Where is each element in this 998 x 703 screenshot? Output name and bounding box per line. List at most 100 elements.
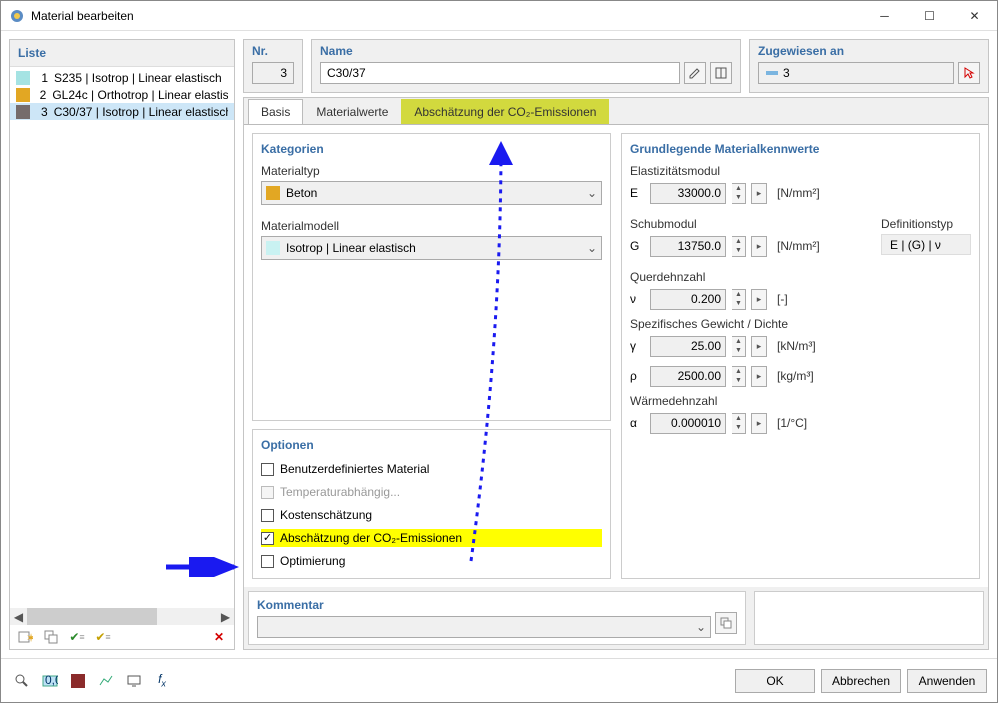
view-button[interactable] xyxy=(123,670,145,692)
color-button[interactable] xyxy=(67,670,89,692)
check-green-button[interactable]: ✔≡ xyxy=(66,626,88,648)
list-item-label: S235 | Isotrop | Linear elastisch xyxy=(54,71,222,85)
list-item[interactable]: 2 GL24c | Orthotrop | Linear elastisch (… xyxy=(10,86,234,103)
properties-header: Grundlegende Materialkennwerte xyxy=(630,142,971,156)
list-item-num: 1 xyxy=(36,71,48,85)
copy-item-button[interactable] xyxy=(40,626,62,648)
svg-text:✶: ✶ xyxy=(26,631,33,645)
delete-button[interactable]: ✕ xyxy=(208,626,230,648)
tab-co2[interactable]: Abschätzung der CO₂-Emissionen xyxy=(401,99,609,124)
color-swatch-icon xyxy=(71,674,85,688)
chevron-down-icon: ⌄ xyxy=(696,620,706,634)
gamma-input[interactable]: 25.00 xyxy=(650,336,726,357)
nr-input[interactable] xyxy=(252,62,294,84)
maximize-button[interactable]: ☐ xyxy=(907,1,952,30)
e-input[interactable]: 33000.0 xyxy=(650,183,726,204)
list-item-label: C30/37 | Isotrop | Linear elastisch xyxy=(54,105,228,119)
option-label: Abschätzung der CO₂-Emissionen xyxy=(280,531,462,545)
nu-input[interactable]: 0.200 xyxy=(650,289,726,310)
materialtyp-label: Materialtyp xyxy=(261,164,602,178)
scroll-right-icon[interactable]: ▶ xyxy=(217,608,234,625)
nr-label: Nr. xyxy=(252,44,294,58)
checkbox xyxy=(261,486,274,499)
library-button[interactable] xyxy=(710,62,732,84)
edit-name-button[interactable] xyxy=(684,62,706,84)
alpha-input[interactable]: 0.000010 xyxy=(650,413,726,434)
rho-row: ρ 2500.00 ▲▼ ▸ [kg/m³] xyxy=(630,364,971,388)
apply-button[interactable]: Anwenden xyxy=(907,669,987,693)
list-item-num: 2 xyxy=(36,88,46,102)
minimize-button[interactable]: ─ xyxy=(862,1,907,30)
g-row: G 13750.0 ▲▼ ▸ [N/mm²] xyxy=(630,234,851,258)
checkbox[interactable] xyxy=(261,532,274,545)
g-symbol: G xyxy=(630,239,644,253)
checkbox[interactable] xyxy=(261,555,274,568)
list-item[interactable]: 3 C30/37 | Isotrop | Linear elastisch xyxy=(10,103,234,120)
comment-dropdown[interactable]: ⌄ xyxy=(257,616,711,638)
ok-button[interactable]: OK xyxy=(735,669,815,693)
rho-input[interactable]: 2500.00 xyxy=(650,366,726,387)
chevron-down-icon: ⌄ xyxy=(587,186,597,200)
materialtyp-dropdown[interactable]: Beton ⌄ xyxy=(261,181,602,205)
material-list[interactable]: 1 S235 | Isotrop | Linear elastisch 2 GL… xyxy=(10,67,234,608)
horizontal-scrollbar[interactable]: ◀ ▶ xyxy=(10,608,234,625)
e-row: E 33000.0 ▲▼ ▸ [N/mm²] xyxy=(630,181,971,205)
step-button[interactable]: ▸ xyxy=(751,413,767,434)
nr-group: Nr. xyxy=(243,39,303,93)
list-item[interactable]: 1 S235 | Isotrop | Linear elastisch xyxy=(10,69,234,86)
scroll-left-icon[interactable]: ◀ xyxy=(10,608,27,625)
nu-unit: [-] xyxy=(777,292,788,306)
nu-row: ν 0.200 ▲▼ ▸ [-] xyxy=(630,287,971,311)
spinner[interactable]: ▲▼ xyxy=(732,183,746,204)
step-button[interactable]: ▸ xyxy=(751,336,767,357)
option-label: Benutzerdefiniertes Material xyxy=(280,462,429,476)
copy-icon xyxy=(719,616,733,630)
name-input[interactable]: C30/37 xyxy=(320,62,680,84)
g-unit: [N/mm²] xyxy=(777,239,820,253)
spinner[interactable]: ▲▼ xyxy=(732,289,746,310)
assigned-input: 3 xyxy=(758,62,954,84)
spinner[interactable]: ▲▼ xyxy=(732,336,746,357)
checkbox[interactable] xyxy=(261,463,274,476)
option-co2[interactable]: Abschätzung der CO₂-Emissionen xyxy=(261,529,602,547)
g-input[interactable]: 13750.0 xyxy=(650,236,726,257)
color-swatch xyxy=(266,241,280,255)
new-item-button[interactable]: ✶ xyxy=(14,626,36,648)
option-label: Optimierung xyxy=(280,554,345,568)
function-button[interactable]: fx xyxy=(151,670,173,692)
gamma-row: γ 25.00 ▲▼ ▸ [kN/m³] xyxy=(630,334,971,358)
color-swatch xyxy=(16,105,30,119)
comment-copy-button[interactable] xyxy=(715,612,737,634)
step-button[interactable]: ▸ xyxy=(751,236,767,257)
option-optimization[interactable]: Optimierung xyxy=(261,552,602,570)
tab-basis[interactable]: Basis xyxy=(248,99,303,124)
units-button[interactable]: 0,00 xyxy=(39,670,61,692)
option-cost[interactable]: Kostenschätzung xyxy=(261,506,602,524)
step-button[interactable]: ▸ xyxy=(751,366,767,387)
chart-button[interactable] xyxy=(95,670,117,692)
step-button[interactable]: ▸ xyxy=(751,183,767,204)
name-value: C30/37 xyxy=(327,66,366,80)
cursor-icon xyxy=(962,66,976,80)
step-button[interactable]: ▸ xyxy=(751,289,767,310)
tab-materialwerte[interactable]: Materialwerte xyxy=(303,99,401,124)
help-button[interactable] xyxy=(11,670,33,692)
spinner[interactable]: ▲▼ xyxy=(732,413,746,434)
nu-label: Querdehnzahl xyxy=(630,270,971,284)
list-panel: Liste 1 S235 | Isotrop | Linear elastisc… xyxy=(9,39,235,650)
option-label: Temperaturabhängig... xyxy=(280,485,400,499)
list-item-num: 3 xyxy=(36,105,48,119)
alpha-label: Wärmedehnzahl xyxy=(630,394,971,408)
spinner[interactable]: ▲▼ xyxy=(732,366,746,387)
close-button[interactable]: ✕ xyxy=(952,1,997,30)
cancel-button[interactable]: Abbrechen xyxy=(821,669,901,693)
pick-object-button[interactable] xyxy=(958,62,980,84)
materialmodell-value: Isotrop | Linear elastisch xyxy=(286,241,416,255)
checkbox[interactable] xyxy=(261,509,274,522)
option-user-defined[interactable]: Benutzerdefiniertes Material xyxy=(261,460,602,478)
materialmodell-dropdown[interactable]: Isotrop | Linear elastisch ⌄ xyxy=(261,236,602,260)
scroll-thumb[interactable] xyxy=(27,608,157,625)
option-label: Kostenschätzung xyxy=(280,508,372,522)
check-yellow-button[interactable]: ✔≡ xyxy=(92,626,114,648)
spinner[interactable]: ▲▼ xyxy=(732,236,746,257)
